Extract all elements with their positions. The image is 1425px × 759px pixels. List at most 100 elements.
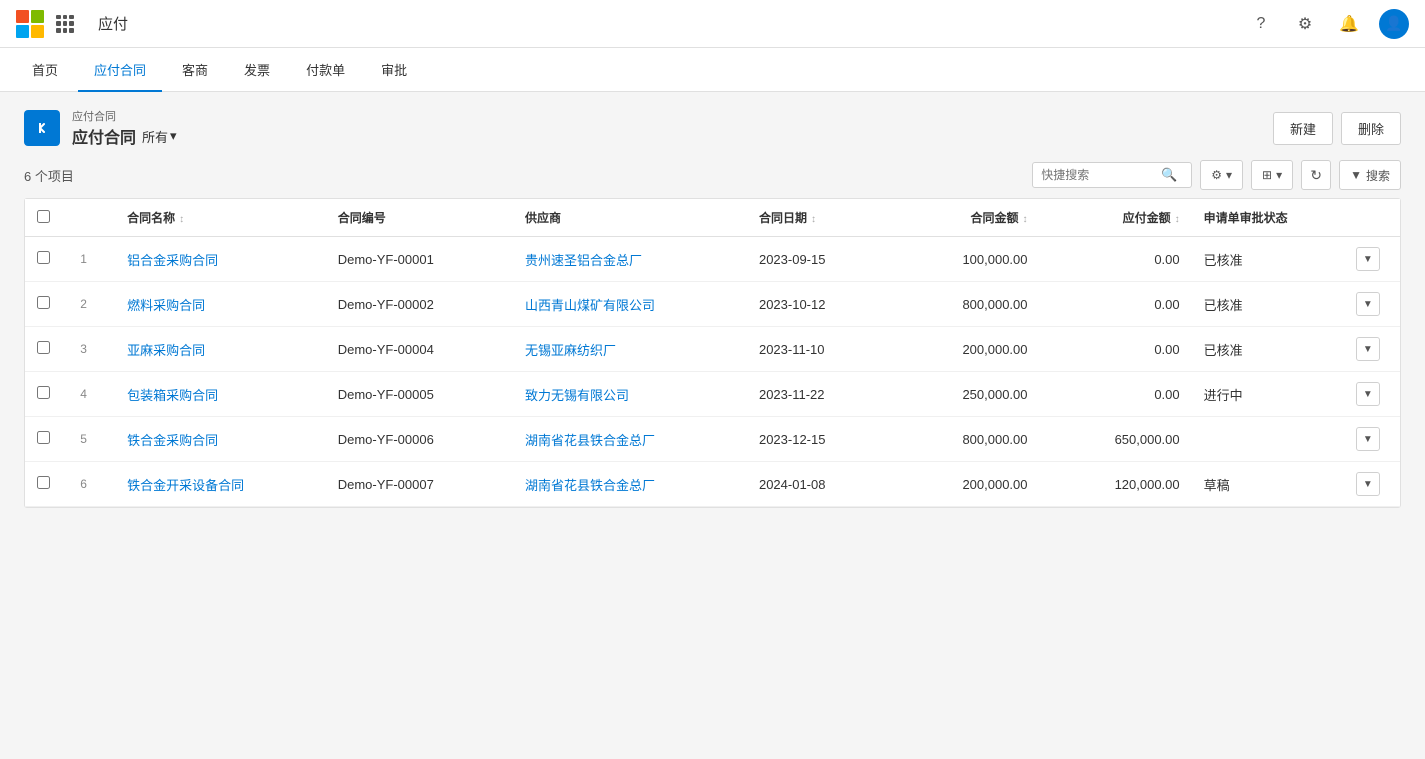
row-checkbox-2[interactable] bbox=[37, 341, 50, 354]
row-code-3: Demo-YF-00005 bbox=[326, 372, 513, 417]
top-bar-left: 应付 bbox=[16, 10, 140, 38]
row-supplier-5[interactable]: 湖南省花县铁合金总厂 bbox=[513, 462, 747, 507]
nav-item-approval[interactable]: 审批 bbox=[365, 48, 423, 92]
row-supplier-2[interactable]: 无锡亚麻纺织厂 bbox=[513, 327, 747, 372]
refresh-icon: ↻ bbox=[1310, 167, 1322, 184]
notification-icon[interactable]: 🔔 bbox=[1335, 10, 1363, 38]
supplier-link-0[interactable]: 贵州速圣铝合金总厂 bbox=[525, 253, 642, 268]
row-dropdown-button-1[interactable]: ▼ bbox=[1356, 292, 1380, 316]
col-amount-header[interactable]: 合同金额↕ bbox=[887, 199, 1039, 237]
breadcrumb: 应付合同 bbox=[72, 108, 177, 124]
row-num-1: 2 bbox=[68, 282, 115, 327]
refresh-button[interactable]: ↻ bbox=[1301, 160, 1331, 190]
contract-name-link-4[interactable]: 铁合金采购合同 bbox=[127, 433, 218, 448]
row-action-5[interactable]: ▼ bbox=[1344, 462, 1400, 507]
supplier-link-5[interactable]: 湖南省花县铁合金总厂 bbox=[525, 478, 655, 493]
delete-button[interactable]: 删除 bbox=[1341, 112, 1401, 145]
row-name-4[interactable]: 铁合金采购合同 bbox=[115, 417, 326, 462]
row-status-1: 已核准 bbox=[1192, 282, 1344, 327]
nav-item-payment[interactable]: 付款单 bbox=[290, 48, 361, 92]
row-date-4: 2023-12-15 bbox=[747, 417, 887, 462]
page-filter[interactable]: 所有 ▾ bbox=[142, 127, 177, 146]
settings-tool-button[interactable]: ⚙ ▾ bbox=[1200, 160, 1243, 190]
row-checkbox-cell[interactable] bbox=[25, 327, 68, 372]
row-action-0[interactable]: ▼ bbox=[1344, 237, 1400, 282]
nav-item-vendor[interactable]: 客商 bbox=[166, 48, 224, 92]
select-all-checkbox[interactable] bbox=[37, 210, 50, 223]
contract-name-link-0[interactable]: 铝合金采购合同 bbox=[127, 253, 218, 268]
help-icon[interactable]: ? bbox=[1247, 10, 1275, 38]
nav-item-home[interactable]: 首页 bbox=[16, 48, 74, 92]
row-checkbox-cell[interactable] bbox=[25, 462, 68, 507]
contract-name-link-5[interactable]: 铁合金开采设备合同 bbox=[127, 478, 244, 493]
gear-icon: ⚙ bbox=[1211, 168, 1222, 182]
row-checkbox-4[interactable] bbox=[37, 431, 50, 444]
contract-table: 合同名称↕ 合同编号 供应商 合同日期↕ 合同金额↕ 应付金额↕ 申请单审批状态 bbox=[24, 198, 1401, 508]
col-name-header[interactable]: 合同名称↕ bbox=[115, 199, 326, 237]
table-row: 4 包装箱采购合同 Demo-YF-00005 致力无锡有限公司 2023-11… bbox=[25, 372, 1400, 417]
contract-name-link-1[interactable]: 燃料采购合同 bbox=[127, 298, 205, 313]
row-dropdown-button-2[interactable]: ▼ bbox=[1356, 337, 1380, 361]
search-box[interactable]: 🔍 bbox=[1032, 162, 1192, 188]
col-payable-header[interactable]: 应付金额↕ bbox=[1040, 199, 1192, 237]
nav-item-payable-contract[interactable]: 应付合同 bbox=[78, 48, 162, 92]
contract-name-link-2[interactable]: 亚麻采购合同 bbox=[127, 343, 205, 358]
row-action-2[interactable]: ▼ bbox=[1344, 327, 1400, 372]
avatar[interactable]: 👤 bbox=[1379, 9, 1409, 39]
row-checkbox-cell[interactable] bbox=[25, 372, 68, 417]
row-name-2[interactable]: 亚麻采购合同 bbox=[115, 327, 326, 372]
row-amount-4: 800,000.00 bbox=[887, 417, 1039, 462]
select-all-header[interactable] bbox=[25, 199, 68, 237]
row-action-3[interactable]: ▼ bbox=[1344, 372, 1400, 417]
row-dropdown-button-3[interactable]: ▼ bbox=[1356, 382, 1380, 406]
row-name-1[interactable]: 燃料采购合同 bbox=[115, 282, 326, 327]
row-supplier-3[interactable]: 致力无锡有限公司 bbox=[513, 372, 747, 417]
row-supplier-0[interactable]: 贵州速圣铝合金总厂 bbox=[513, 237, 747, 282]
col-date-header[interactable]: 合同日期↕ bbox=[747, 199, 887, 237]
row-checkbox-3[interactable] bbox=[37, 386, 50, 399]
row-name-0[interactable]: 铝合金采购合同 bbox=[115, 237, 326, 282]
row-checkbox-cell[interactable] bbox=[25, 282, 68, 327]
row-checkbox-cell[interactable] bbox=[25, 237, 68, 282]
row-action-4[interactable]: ▼ bbox=[1344, 417, 1400, 462]
row-dropdown-button-0[interactable]: ▼ bbox=[1356, 247, 1380, 271]
row-name-5[interactable]: 铁合金开采设备合同 bbox=[115, 462, 326, 507]
row-checkbox-0[interactable] bbox=[37, 251, 50, 264]
settings-icon[interactable]: ⚙ bbox=[1291, 10, 1319, 38]
row-num-0: 1 bbox=[68, 237, 115, 282]
supplier-link-4[interactable]: 湖南省花县铁合金总厂 bbox=[525, 433, 655, 448]
create-button[interactable]: 新建 bbox=[1273, 112, 1333, 145]
col-code-header: 合同编号 bbox=[326, 199, 513, 237]
supplier-link-2[interactable]: 无锡亚麻纺织厂 bbox=[525, 343, 616, 358]
row-amount-1: 800,000.00 bbox=[887, 282, 1039, 327]
row-supplier-1[interactable]: 山西青山煤矿有限公司 bbox=[513, 282, 747, 327]
col-status-header: 申请单审批状态 bbox=[1192, 199, 1344, 237]
back-button[interactable] bbox=[24, 110, 60, 146]
row-num-4: 5 bbox=[68, 417, 115, 462]
row-code-0: Demo-YF-00001 bbox=[326, 237, 513, 282]
supplier-link-1[interactable]: 山西青山煤矿有限公司 bbox=[525, 298, 655, 313]
chevron-down-icon: ▾ bbox=[1226, 168, 1232, 182]
row-dropdown-button-4[interactable]: ▼ bbox=[1356, 427, 1380, 451]
search-input[interactable] bbox=[1041, 168, 1161, 182]
row-dropdown-button-5[interactable]: ▼ bbox=[1356, 472, 1380, 496]
nav-item-invoice[interactable]: 发票 bbox=[228, 48, 286, 92]
table-row: 1 铝合金采购合同 Demo-YF-00001 贵州速圣铝合金总厂 2023-0… bbox=[25, 237, 1400, 282]
contract-name-link-3[interactable]: 包装箱采购合同 bbox=[127, 388, 218, 403]
row-checkbox-1[interactable] bbox=[37, 296, 50, 309]
view-tool-button[interactable]: ⊞ ▾ bbox=[1251, 160, 1293, 190]
search-icon: 🔍 bbox=[1161, 167, 1177, 183]
row-payable-0: 0.00 bbox=[1040, 237, 1192, 282]
row-date-2: 2023-11-10 bbox=[747, 327, 887, 372]
filter-search-button[interactable]: ▼ 搜索 bbox=[1339, 160, 1401, 190]
sort-icon-payable: ↕ bbox=[1175, 214, 1180, 225]
nav-bar: 首页 应付合同 客商 发票 付款单 审批 bbox=[0, 48, 1425, 92]
row-checkbox-cell[interactable] bbox=[25, 417, 68, 462]
supplier-link-3[interactable]: 致力无锡有限公司 bbox=[525, 388, 629, 403]
row-action-1[interactable]: ▼ bbox=[1344, 282, 1400, 327]
apps-icon[interactable] bbox=[56, 15, 74, 33]
row-checkbox-5[interactable] bbox=[37, 476, 50, 489]
row-status-0: 已核准 bbox=[1192, 237, 1344, 282]
row-supplier-4[interactable]: 湖南省花县铁合金总厂 bbox=[513, 417, 747, 462]
row-name-3[interactable]: 包装箱采购合同 bbox=[115, 372, 326, 417]
